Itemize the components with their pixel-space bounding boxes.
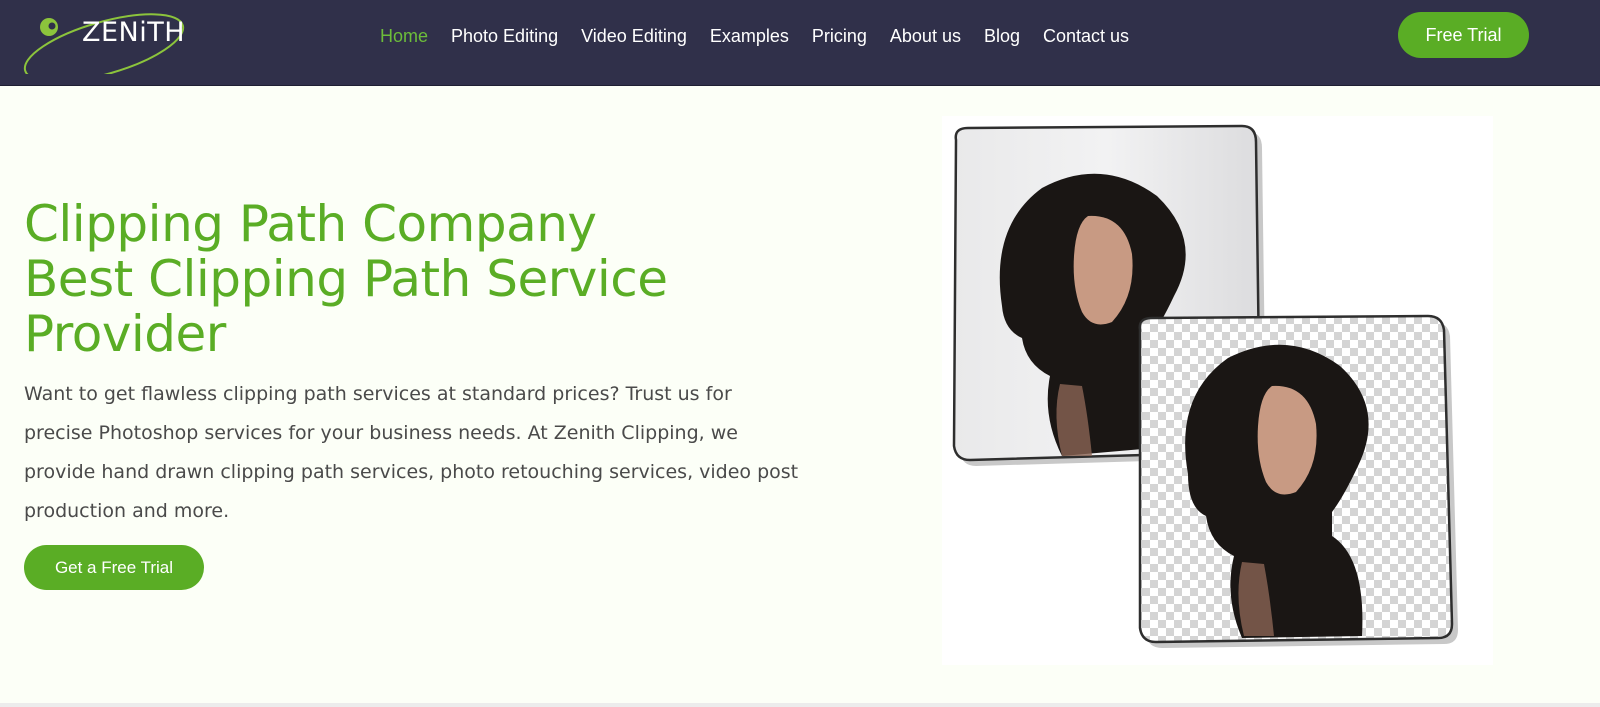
site-header: ZENiTH Home Photo Editing Video Editing …	[0, 0, 1600, 86]
woman-portrait-cutout-image	[1138, 314, 1458, 648]
nav-pricing[interactable]: Pricing	[812, 26, 867, 47]
main-nav: Home Photo Editing Video Editing Example…	[380, 24, 1152, 48]
nav-blog[interactable]: Blog	[984, 26, 1020, 47]
nav-video-editing[interactable]: Video Editing	[581, 26, 687, 47]
hero-title-line-1: Clipping Path Company	[24, 195, 597, 253]
hero-title-line-3: Provider	[24, 305, 226, 363]
nav-photo-editing[interactable]: Photo Editing	[451, 26, 558, 47]
before-after-illustration	[952, 124, 1458, 648]
hero-title: Clipping Path Company Best Clipping Path…	[24, 197, 784, 362]
section-divider	[0, 703, 1600, 707]
zenith-logo[interactable]: ZENiTH	[22, 0, 192, 74]
get-free-trial-button[interactable]: Get a Free Trial	[24, 545, 204, 590]
nav-home[interactable]: Home	[380, 26, 428, 47]
nav-examples[interactable]: Examples	[710, 26, 789, 47]
nav-about-us[interactable]: About us	[890, 26, 961, 47]
hero-image	[942, 116, 1493, 665]
nav-contact-us[interactable]: Contact us	[1043, 26, 1129, 47]
logo-text: ZENiTH	[82, 17, 186, 48]
hero-description: Want to get flawless clipping path servi…	[24, 383, 799, 522]
free-trial-button[interactable]: Free Trial	[1398, 12, 1529, 58]
hero-title-line-2: Best Clipping Path Service	[24, 250, 668, 308]
